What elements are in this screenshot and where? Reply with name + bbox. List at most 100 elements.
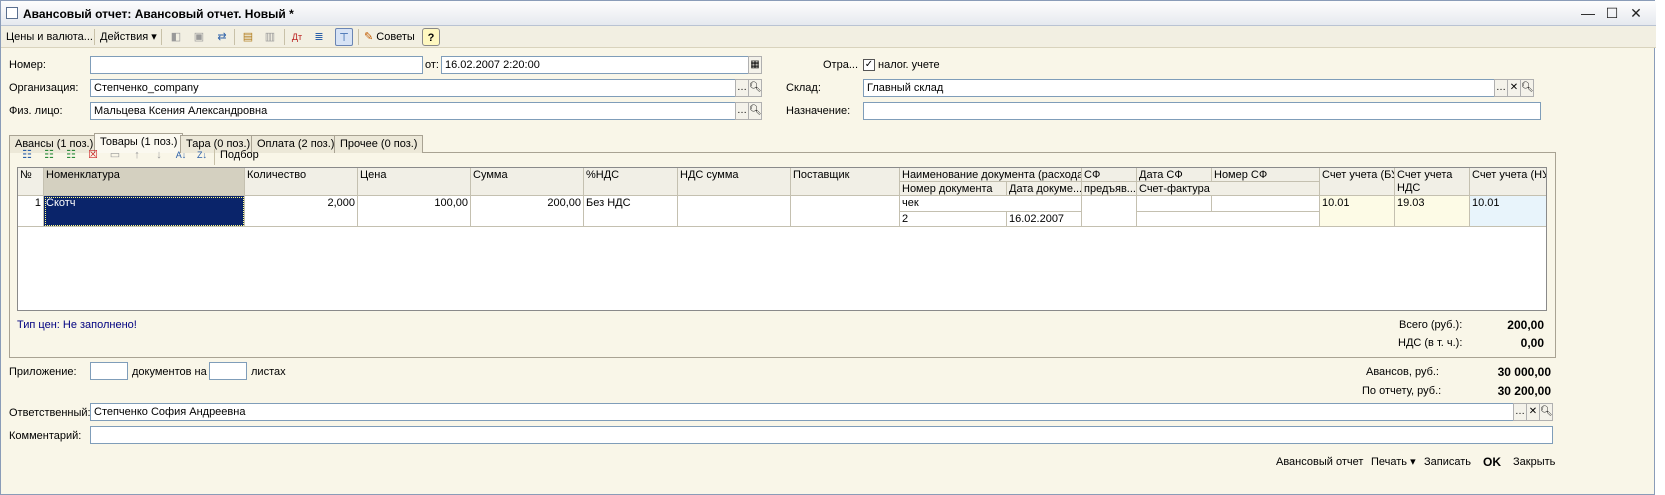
cell-account-vat[interactable]: 19.03	[1395, 196, 1470, 227]
report-icon[interactable]: ≣	[310, 28, 328, 46]
tab-other[interactable]: Прочее (0 поз.)	[334, 135, 424, 153]
col-account-vat[interactable]: Счет учета НДС	[1395, 168, 1470, 196]
col-invoice[interactable]: Счет-фактура	[1137, 182, 1320, 196]
col-number[interactable]: №	[18, 168, 44, 196]
tax-accounting-label: налог. учете	[878, 59, 940, 71]
warehouse-select-button[interactable]: …	[1494, 79, 1508, 97]
calendar-icon[interactable]: ▦	[748, 56, 762, 74]
person-search-icon[interactable]: 🔍︎	[748, 102, 762, 120]
responsible-field[interactable]: Степченко София Андреевна	[90, 403, 1514, 421]
person-field[interactable]: Мальцева Ксения Александровна	[90, 102, 736, 120]
cell-sum[interactable]: 200,00	[471, 196, 584, 227]
cell-vat-percent[interactable]: Без НДС	[584, 196, 678, 227]
col-document-number[interactable]: Номер документа	[900, 182, 1007, 196]
tax-accounting-checkbox[interactable]: ✓	[863, 59, 875, 71]
pick-button[interactable]: Подбор	[217, 146, 262, 164]
sort-desc-icon[interactable]: Z↓	[193, 146, 211, 164]
responsible-clear-icon[interactable]: ✕	[1526, 403, 1540, 421]
unpost-document-icon[interactable]: ▥	[261, 28, 279, 46]
structure-icon[interactable]: ⊤	[335, 28, 353, 46]
price-type-warning[interactable]: Тип цен: Не заполнено!	[17, 319, 137, 331]
cell-invoice[interactable]	[1137, 212, 1320, 227]
responsible-label: Ответственный:	[9, 407, 91, 419]
cell-vat-sum[interactable]	[678, 196, 791, 227]
date-field[interactable]: 16.02.2007 2:20:00	[441, 56, 749, 74]
end-edit-icon[interactable]: ▭	[106, 146, 124, 164]
organization-select-button[interactable]: …	[735, 79, 749, 97]
col-document-name[interactable]: Наименование документа (расхода)	[900, 168, 1082, 182]
tips-button[interactable]: ✎ Советы	[361, 28, 418, 46]
forward-icon[interactable]: ▣	[190, 28, 208, 46]
organization-search-icon[interactable]: 🔍︎	[748, 79, 762, 97]
col-account-bu[interactable]: Счет учета (БУ)	[1320, 168, 1395, 196]
col-vat-sum[interactable]: НДС сумма	[678, 168, 791, 196]
col-sf[interactable]: СФ	[1082, 168, 1137, 182]
col-account-nu[interactable]: Счет учета (НУ)	[1470, 168, 1546, 196]
sort-asc-icon[interactable]: A↓	[172, 146, 190, 164]
warehouse-search-icon[interactable]: 🔍︎	[1520, 79, 1534, 97]
warehouse-clear-icon[interactable]: ✕	[1507, 79, 1521, 97]
col-sf-presented[interactable]: предъяв...	[1082, 182, 1137, 196]
tab-payment[interactable]: Оплата (2 поз.)	[251, 135, 341, 153]
prices-currency-button[interactable]: Цены и валюта...	[3, 28, 96, 46]
col-sf-date[interactable]: Дата СФ	[1137, 168, 1212, 182]
print-menu[interactable]: Печать ▾	[1371, 454, 1416, 470]
minimize-button[interactable]: —	[1578, 4, 1598, 22]
cell-account-nu[interactable]: 10.01	[1470, 196, 1546, 227]
refresh-icon[interactable]: ⇄	[213, 28, 231, 46]
cell-sf-number[interactable]	[1212, 196, 1320, 212]
date-label: от:	[425, 59, 439, 71]
cell-document-number[interactable]: 2	[900, 212, 1007, 227]
comment-field[interactable]	[90, 426, 1553, 444]
actions-menu[interactable]: Действия ▾	[97, 28, 160, 46]
cell-supplier[interactable]	[791, 196, 900, 227]
post-document-icon[interactable]: ▤	[239, 28, 257, 46]
save-button[interactable]: Записать	[1424, 454, 1471, 470]
cell-nomenclature[interactable]: Скотч	[44, 196, 245, 227]
attachment-sheets-field[interactable]	[209, 362, 247, 380]
close-window-button[interactable]: ✕	[1626, 4, 1646, 22]
responsible-search-icon[interactable]: 🔍︎	[1539, 403, 1553, 421]
vat-total-label: НДС (в т. ч.):	[1398, 337, 1463, 349]
tips-icon: ✎	[364, 31, 374, 43]
tips-label: Советы	[376, 31, 415, 43]
cell-quantity[interactable]: 2,000	[245, 196, 358, 227]
edit-row-icon[interactable]: ☷	[62, 146, 80, 164]
move-down-icon[interactable]: ↓	[150, 146, 168, 164]
col-price[interactable]: Цена	[358, 168, 471, 196]
maximize-button[interactable]: ☐	[1602, 4, 1622, 22]
cell-sf-date[interactable]	[1137, 196, 1212, 212]
col-vat-percent[interactable]: %НДС	[584, 168, 678, 196]
col-quantity[interactable]: Количество	[245, 168, 358, 196]
advance-report-print-button[interactable]: Авансовый отчет	[1276, 454, 1363, 470]
col-nomenclature[interactable]: Номенклатура	[44, 168, 245, 196]
number-field[interactable]	[90, 56, 423, 74]
cell-price[interactable]: 100,00	[358, 196, 471, 227]
col-document-date[interactable]: Дата докуме...	[1007, 182, 1082, 196]
cell-account-bu[interactable]: 10.01	[1320, 196, 1395, 227]
col-sf-number[interactable]: Номер СФ	[1212, 168, 1320, 182]
back-icon[interactable]: ◧	[167, 28, 185, 46]
person-select-button[interactable]: …	[735, 102, 749, 120]
help-icon[interactable]: ?	[422, 28, 440, 46]
debit-credit-icon[interactable]: Дт	[288, 28, 306, 46]
copy-row-icon[interactable]: ☷	[40, 146, 58, 164]
ok-button[interactable]: OK	[1483, 454, 1501, 470]
responsible-select-button[interactable]: …	[1513, 403, 1527, 421]
organization-field[interactable]: Степченко_company	[90, 79, 736, 97]
add-row-icon[interactable]: ☷	[18, 146, 36, 164]
close-button[interactable]: Закрыть	[1513, 454, 1555, 470]
cell-document-name[interactable]: чек	[900, 196, 1082, 212]
col-sum[interactable]: Сумма	[471, 168, 584, 196]
attachment-docs-field[interactable]	[90, 362, 128, 380]
cell-sf-presented[interactable]	[1082, 196, 1137, 227]
move-up-icon[interactable]: ↑	[128, 146, 146, 164]
total-value: 200,00	[1507, 318, 1544, 332]
actions-label: Действия	[100, 31, 149, 43]
col-supplier[interactable]: Поставщик	[791, 168, 900, 196]
advances-label: Авансов, руб.:	[1366, 366, 1439, 378]
cell-document-date[interactable]: 16.02.2007	[1007, 212, 1082, 227]
purpose-field[interactable]	[863, 102, 1541, 120]
delete-row-icon[interactable]: ☒	[84, 146, 102, 164]
warehouse-field[interactable]: Главный склад	[863, 79, 1495, 97]
